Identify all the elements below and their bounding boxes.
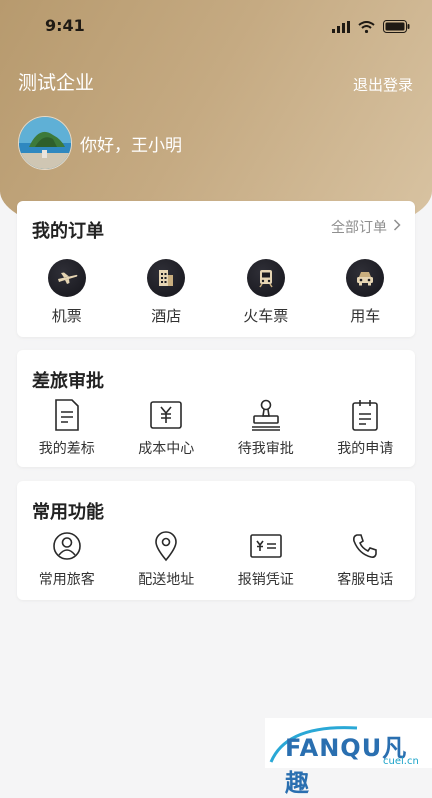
all-orders-label: 全部订单: [331, 220, 387, 236]
car-icon: [346, 259, 385, 297]
approval-items: 我的差标 成本中心 待我审批 我的申请: [17, 398, 415, 458]
status-time: 9:41: [45, 16, 85, 35]
order-item-label: 用车: [350, 307, 381, 325]
approval-item-label: 待我审批: [237, 441, 294, 457]
function-item-label: 常用旅客: [38, 572, 95, 588]
person-icon: [50, 529, 84, 563]
approval-card: 差旅审批 我的差标 成本中心 待我审批 我的申请: [17, 350, 415, 467]
company-name: 测试企业: [18, 72, 95, 94]
avatar[interactable]: [18, 116, 72, 170]
yuan-icon: [149, 398, 183, 432]
cost-center-item[interactable]: 成本中心: [117, 398, 217, 458]
function-item-label: 报销凭证: [237, 572, 294, 588]
functions-items: 常用旅客 配送地址 报销凭证 客服电话: [17, 529, 415, 589]
order-item-label: 火车票: [243, 307, 289, 325]
order-flight-item[interactable]: 机票: [17, 259, 117, 326]
approval-title: 差旅审批: [32, 371, 104, 392]
pending-approval-item[interactable]: 待我审批: [216, 398, 316, 458]
wifi-icon: [358, 18, 375, 37]
customer-service-item[interactable]: 客服电话: [316, 529, 416, 589]
functions-card: 常用功能 常用旅客 配送地址 报销凭证 客服电话: [17, 481, 415, 600]
location-pin-icon: [149, 529, 183, 563]
clipboard-icon: [348, 398, 382, 432]
orders-items: 机票 酒店 火车票 用车: [17, 259, 415, 326]
approval-item-label: 我的申请: [337, 441, 394, 457]
order-item-label: 机票: [51, 307, 82, 325]
function-item-label: 客服电话: [337, 572, 394, 588]
my-standard-item[interactable]: 我的差标: [17, 398, 117, 458]
receipt-icon: [249, 529, 283, 563]
order-hotel-item[interactable]: 酒店: [117, 259, 217, 326]
all-orders-link[interactable]: 全部订单: [331, 217, 401, 237]
signal-icon: [332, 18, 350, 37]
approval-item-label: 我的差标: [38, 441, 95, 457]
airplane-icon: [47, 259, 86, 297]
order-train-item[interactable]: 火车票: [216, 259, 316, 326]
function-item-label: 配送地址: [138, 572, 195, 588]
train-icon: [246, 259, 285, 297]
order-car-item[interactable]: 用车: [316, 259, 416, 326]
reimbursement-item[interactable]: 报销凭证: [216, 529, 316, 589]
functions-title: 常用功能: [32, 502, 104, 523]
watermark-domain: cuel.cn: [383, 756, 419, 767]
logout-button[interactable]: 退出登录: [353, 74, 413, 95]
frequent-travelers-item[interactable]: 常用旅客: [17, 529, 117, 589]
hotel-icon: [147, 259, 186, 297]
orders-card: 我的订单 全部订单 机票 酒店 火车票 用车: [17, 201, 415, 337]
document-icon: [50, 398, 84, 432]
greeting-text: 你好，王小明: [80, 136, 182, 156]
approval-item-label: 成本中心: [138, 441, 195, 457]
order-item-label: 酒店: [151, 307, 182, 325]
delivery-address-item[interactable]: 配送地址: [117, 529, 217, 589]
stamp-icon: [249, 398, 283, 432]
status-bar: 9:41: [0, 0, 432, 50]
my-application-item[interactable]: 我的申请: [316, 398, 416, 458]
orders-title: 我的订单: [32, 221, 104, 242]
battery-icon: [383, 18, 410, 37]
chevron-right-icon: [393, 219, 401, 235]
status-icons: [332, 18, 410, 37]
watermark: FANQU凡趣 cuel.cn: [265, 718, 432, 797]
phone-icon: [348, 529, 382, 563]
